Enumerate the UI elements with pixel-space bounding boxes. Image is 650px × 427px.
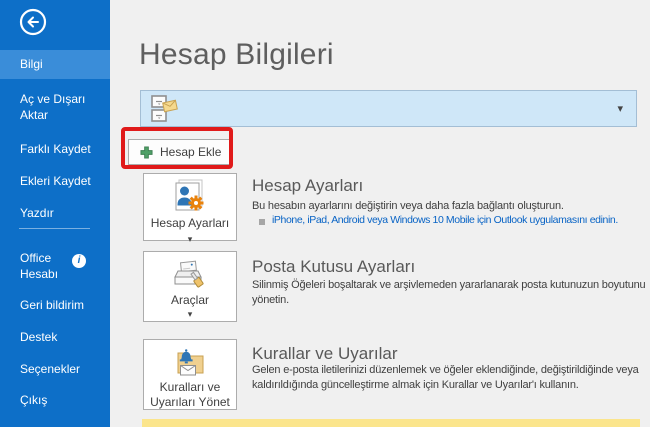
section-description-rules-alerts: Gelen e-posta iletilerinizi düzenlemek v…: [252, 363, 650, 393]
add-account-label: Hesap Ekle: [160, 145, 221, 159]
dropdown-caret-icon[interactable]: ▾: [617, 102, 623, 115]
section-heading-rules-alerts: Kurallar ve Uyarılar: [252, 344, 398, 364]
sidebar-item-bilgi[interactable]: Bilgi: [0, 50, 110, 79]
sidebar-item-geri-bildirim[interactable]: Geri bildirim: [20, 297, 84, 313]
bottom-yellow-bar: [142, 419, 640, 427]
person-gear-icon: [172, 179, 208, 213]
sidebar-item-farkli-kaydet[interactable]: Farklı Kaydet: [20, 141, 91, 157]
sidebar-item-ekleri-kaydet[interactable]: Ekleri Kaydet: [20, 173, 91, 189]
add-account-button[interactable]: Hesap Ekle: [128, 139, 233, 165]
page-title: Hesap Bilgileri: [139, 38, 334, 72]
manage-rules-alerts-button[interactable]: Kuralları ve Uyarıları Yönet: [143, 339, 237, 410]
backstage-sidebar: Bilgi Aç ve Dışarı Aktar Farklı Kaydet E…: [0, 0, 110, 427]
sidebar-item-ac-ve-disari-aktar[interactable]: Aç ve Dışarı Aktar: [20, 91, 104, 123]
back-button[interactable]: [19, 8, 47, 36]
section-heading-mailbox-settings: Posta Kutusu Ayarları: [252, 257, 415, 277]
sidebar-item-yazdir[interactable]: Yazdır: [20, 205, 54, 221]
sidebar-item-destek[interactable]: Destek: [20, 329, 57, 345]
mailbox-tools-button-label: Araçlar: [149, 293, 231, 308]
section-description-mailbox-settings: Silinmiş Öğeleri boşaltarak ve arşivleme…: [252, 278, 650, 308]
dropdown-caret-icon: ▾: [188, 310, 193, 319]
section-heading-account-settings: Hesap Ayarları: [252, 176, 363, 196]
section-description-account-settings: Bu hesabın ayarlarını değiştirin veya da…: [252, 199, 650, 214]
back-arrow-icon: [19, 23, 47, 40]
account-settings-button[interactable]: Hesap Ayarları ▾: [143, 173, 237, 241]
plus-icon: [140, 146, 153, 159]
outlook-backstage-window: Bilgi Aç ve Dışarı Aktar Farklı Kaydet E…: [0, 0, 650, 427]
mailbox-account-icon: [148, 93, 180, 130]
get-outlook-app-link[interactable]: iPhone, iPad, Android veya Windows 10 Mo…: [272, 214, 618, 226]
bullet-icon: [259, 219, 265, 225]
info-icon: i: [72, 254, 86, 268]
account-selector-dropdown[interactable]: ▾: [140, 90, 637, 127]
account-settings-button-label: Hesap Ayarları: [151, 216, 230, 230]
sidebar-item-cikis[interactable]: Çıkış: [20, 392, 47, 408]
dropdown-caret-icon: ▾: [188, 234, 193, 244]
sidebar-item-office-hesabi[interactable]: Office Hesabı: [20, 250, 75, 282]
mailbox-cleanup-icon: [172, 258, 208, 290]
folder-bell-envelope-icon: [172, 344, 208, 378]
sidebar-item-secenekler[interactable]: Seçenekler: [20, 361, 80, 377]
sidebar-divider: [19, 228, 90, 229]
mailbox-tools-button[interactable]: Araçlar ▾: [143, 251, 237, 322]
manage-rules-alerts-button-label: Kuralları ve Uyarıları Yönet: [149, 380, 231, 410]
